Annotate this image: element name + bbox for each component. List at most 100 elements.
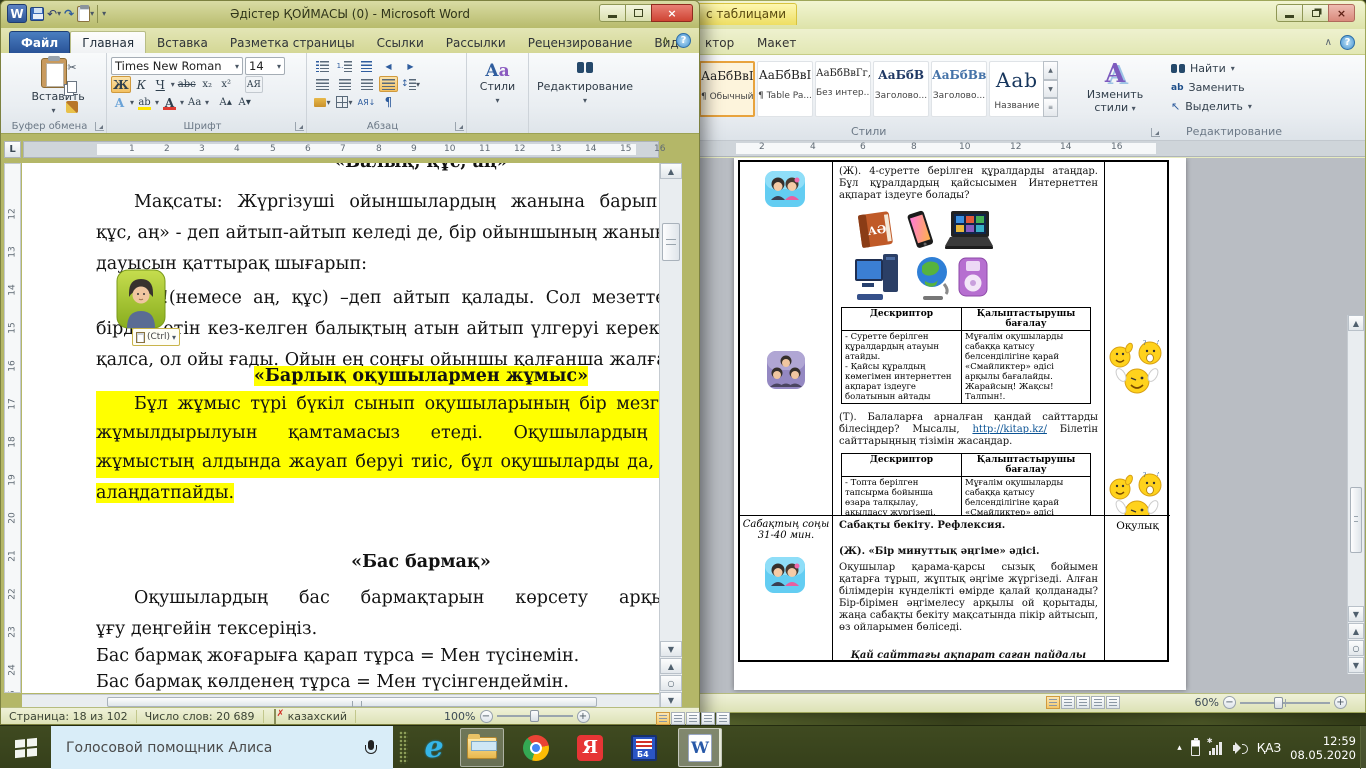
format-painter-icon[interactable]: [63, 99, 81, 115]
scroll-up-icon[interactable]: ▲: [1348, 315, 1364, 331]
styles-button[interactable]: Aa Стили ▾: [467, 62, 528, 106]
scrollbar-thumb[interactable]: [662, 223, 680, 261]
previous-page-icon[interactable]: ▲: [1348, 623, 1364, 639]
clipboard-dialog-launcher[interactable]: [95, 122, 104, 131]
style-normal[interactable]: АаБбВвГ ¶ Обычный: [699, 61, 755, 117]
scroll-down-icon[interactable]: ▼: [1348, 606, 1364, 622]
increase-indent-icon[interactable]: ▶: [401, 58, 420, 74]
highlight-color-button[interactable]: ab: [136, 94, 153, 111]
hscroll-thumb[interactable]: [107, 697, 597, 707]
font-dialog-launcher[interactable]: [295, 122, 304, 131]
bullets-icon[interactable]: [313, 58, 332, 74]
style-no-spacing[interactable]: АаБбВвГг, Без интер...: [815, 61, 871, 117]
clock[interactable]: 12:59 08.05.2020: [1290, 734, 1362, 762]
close-button[interactable]: ×: [651, 4, 693, 22]
chrome-button[interactable]: [514, 728, 558, 767]
browse-object-icon[interactable]: ○: [1348, 640, 1364, 656]
file-explorer-button[interactable]: [460, 728, 504, 767]
close-button[interactable]: ×: [1328, 4, 1355, 22]
font-name-select[interactable]: Times New Roman▾: [111, 57, 243, 75]
outline-view-icon[interactable]: [701, 712, 715, 725]
align-right-icon[interactable]: [357, 76, 376, 92]
zoom-slider[interactable]: [497, 715, 573, 717]
change-styles-button[interactable]: A Изменить стили ▾: [1076, 60, 1154, 126]
borders-icon[interactable]: ▾: [335, 94, 354, 110]
align-center-icon[interactable]: [335, 76, 354, 92]
tab-review[interactable]: Рецензирование: [517, 32, 644, 53]
page-count[interactable]: Страница: 18 из 102: [1, 710, 137, 723]
print-layout-icon[interactable]: [1046, 696, 1060, 709]
style-heading2[interactable]: АаБбВв Заголово...: [931, 61, 987, 117]
numbering-icon[interactable]: 1.: [335, 58, 354, 74]
zoom-in-icon[interactable]: +: [577, 710, 590, 723]
line-spacing-icon[interactable]: ↕▾: [401, 76, 420, 92]
tab-file[interactable]: Файл: [9, 31, 70, 53]
contextual-tab-tables[interactable]: с таблицами: [695, 3, 797, 25]
tab-insert[interactable]: Вставка: [146, 32, 219, 53]
zoom-slider-thumb[interactable]: [1274, 697, 1283, 709]
text-effects-button[interactable]: А: [111, 94, 128, 111]
scrollbar-thumb[interactable]: [1350, 487, 1362, 553]
collapse-ribbon-icon[interactable]: ∧: [1325, 37, 1332, 48]
reading-view-icon[interactable]: [1061, 696, 1075, 709]
zoom-slider[interactable]: [1240, 702, 1330, 704]
word-count[interactable]: Число слов: 20 689: [137, 710, 264, 723]
zoom-slider-thumb[interactable]: [530, 710, 539, 722]
start-button[interactable]: [0, 726, 51, 769]
select-button[interactable]: ↖ Выделить ▾: [1169, 97, 1337, 116]
multilevel-list-icon[interactable]: [357, 58, 376, 74]
sort-icon[interactable]: АЯ↓: [357, 94, 376, 110]
vertical-ruler[interactable]: 1213 1415 1617 1819 2021 2223 2425: [4, 163, 21, 693]
scroll-down-icon[interactable]: ▼: [660, 641, 682, 657]
floppy-app-button[interactable]: [622, 728, 666, 767]
tab-mailings[interactable]: Рассылки: [435, 32, 517, 53]
collapse-ribbon-icon[interactable]: ∧: [662, 35, 669, 46]
replace-button[interactable]: ab Заменить: [1169, 78, 1337, 97]
restore-button[interactable]: [1302, 4, 1329, 22]
yandex-button[interactable]: Я: [568, 728, 612, 767]
back-titlebar[interactable]: с таблицами ×: [691, 1, 1365, 29]
reading-view-icon[interactable]: [671, 712, 685, 725]
tab-references[interactable]: Ссылки: [366, 32, 435, 53]
zoom-level[interactable]: 100%: [444, 710, 475, 723]
style-table-paragraph[interactable]: АаБбВвІ ¶ Table Pa...: [757, 61, 813, 117]
next-page-icon[interactable]: ▼: [660, 692, 682, 708]
word-taskbar-button[interactable]: W: [678, 728, 722, 767]
zoom-out-icon[interactable]: −: [480, 710, 493, 723]
outline-view-icon[interactable]: [1091, 696, 1105, 709]
kitap-link[interactable]: http://kitap.kz/: [972, 424, 1047, 435]
draft-view-icon[interactable]: [716, 712, 730, 725]
browse-object-icon[interactable]: ○: [660, 675, 682, 691]
language-switch[interactable]: ҚАЗ: [1257, 741, 1281, 755]
justify-icon[interactable]: [379, 76, 398, 92]
shrink-font-button[interactable]: А▾: [236, 94, 253, 111]
battery-icon[interactable]: [1191, 740, 1200, 756]
align-left-icon[interactable]: [313, 76, 332, 92]
front-titlebar[interactable]: W ↶▾ ↷ ▾ ▾ Әдістер ҚОЙМАСЫ (0) - Microso…: [1, 1, 699, 28]
show-marks-icon[interactable]: ¶: [379, 94, 398, 110]
italic-button[interactable]: К: [133, 76, 150, 93]
back-document-page[interactable]: (Ж). 4-суретте берілген құралдарды атаңд…: [734, 158, 1186, 690]
subscript-button[interactable]: x₂: [199, 76, 216, 93]
internet-explorer-button[interactable]: e: [412, 728, 456, 767]
style-title[interactable]: Aab Название: [989, 61, 1045, 117]
help-icon[interactable]: ?: [676, 33, 691, 48]
shading-icon[interactable]: ▾: [313, 94, 332, 110]
language-indicator[interactable]: казахский: [280, 710, 356, 723]
tab-page-layout[interactable]: Разметка страницы: [219, 32, 366, 53]
previous-page-icon[interactable]: ▲: [660, 658, 682, 674]
styles-dialog-launcher[interactable]: [1151, 128, 1160, 137]
front-vertical-scrollbar[interactable]: ▲ ▼ ▲ ○ ▼: [659, 163, 682, 709]
gallery-more-icon[interactable]: ≡: [1043, 98, 1058, 117]
minimize-button[interactable]: [1276, 4, 1303, 22]
bold-button[interactable]: Ж: [111, 76, 131, 93]
boy-avatar-image[interactable]: [116, 269, 166, 329]
print-layout-icon[interactable]: [656, 712, 670, 725]
tray-expand-icon[interactable]: ▴: [1177, 743, 1182, 753]
editing-button[interactable]: Редактирование ▾: [529, 62, 641, 106]
help-icon[interactable]: ?: [1340, 35, 1355, 50]
zoom-out-icon[interactable]: −: [1223, 696, 1236, 709]
minimize-button[interactable]: [599, 4, 626, 22]
tab-selector[interactable]: L: [4, 141, 21, 158]
microphone-icon[interactable]: [365, 740, 377, 756]
